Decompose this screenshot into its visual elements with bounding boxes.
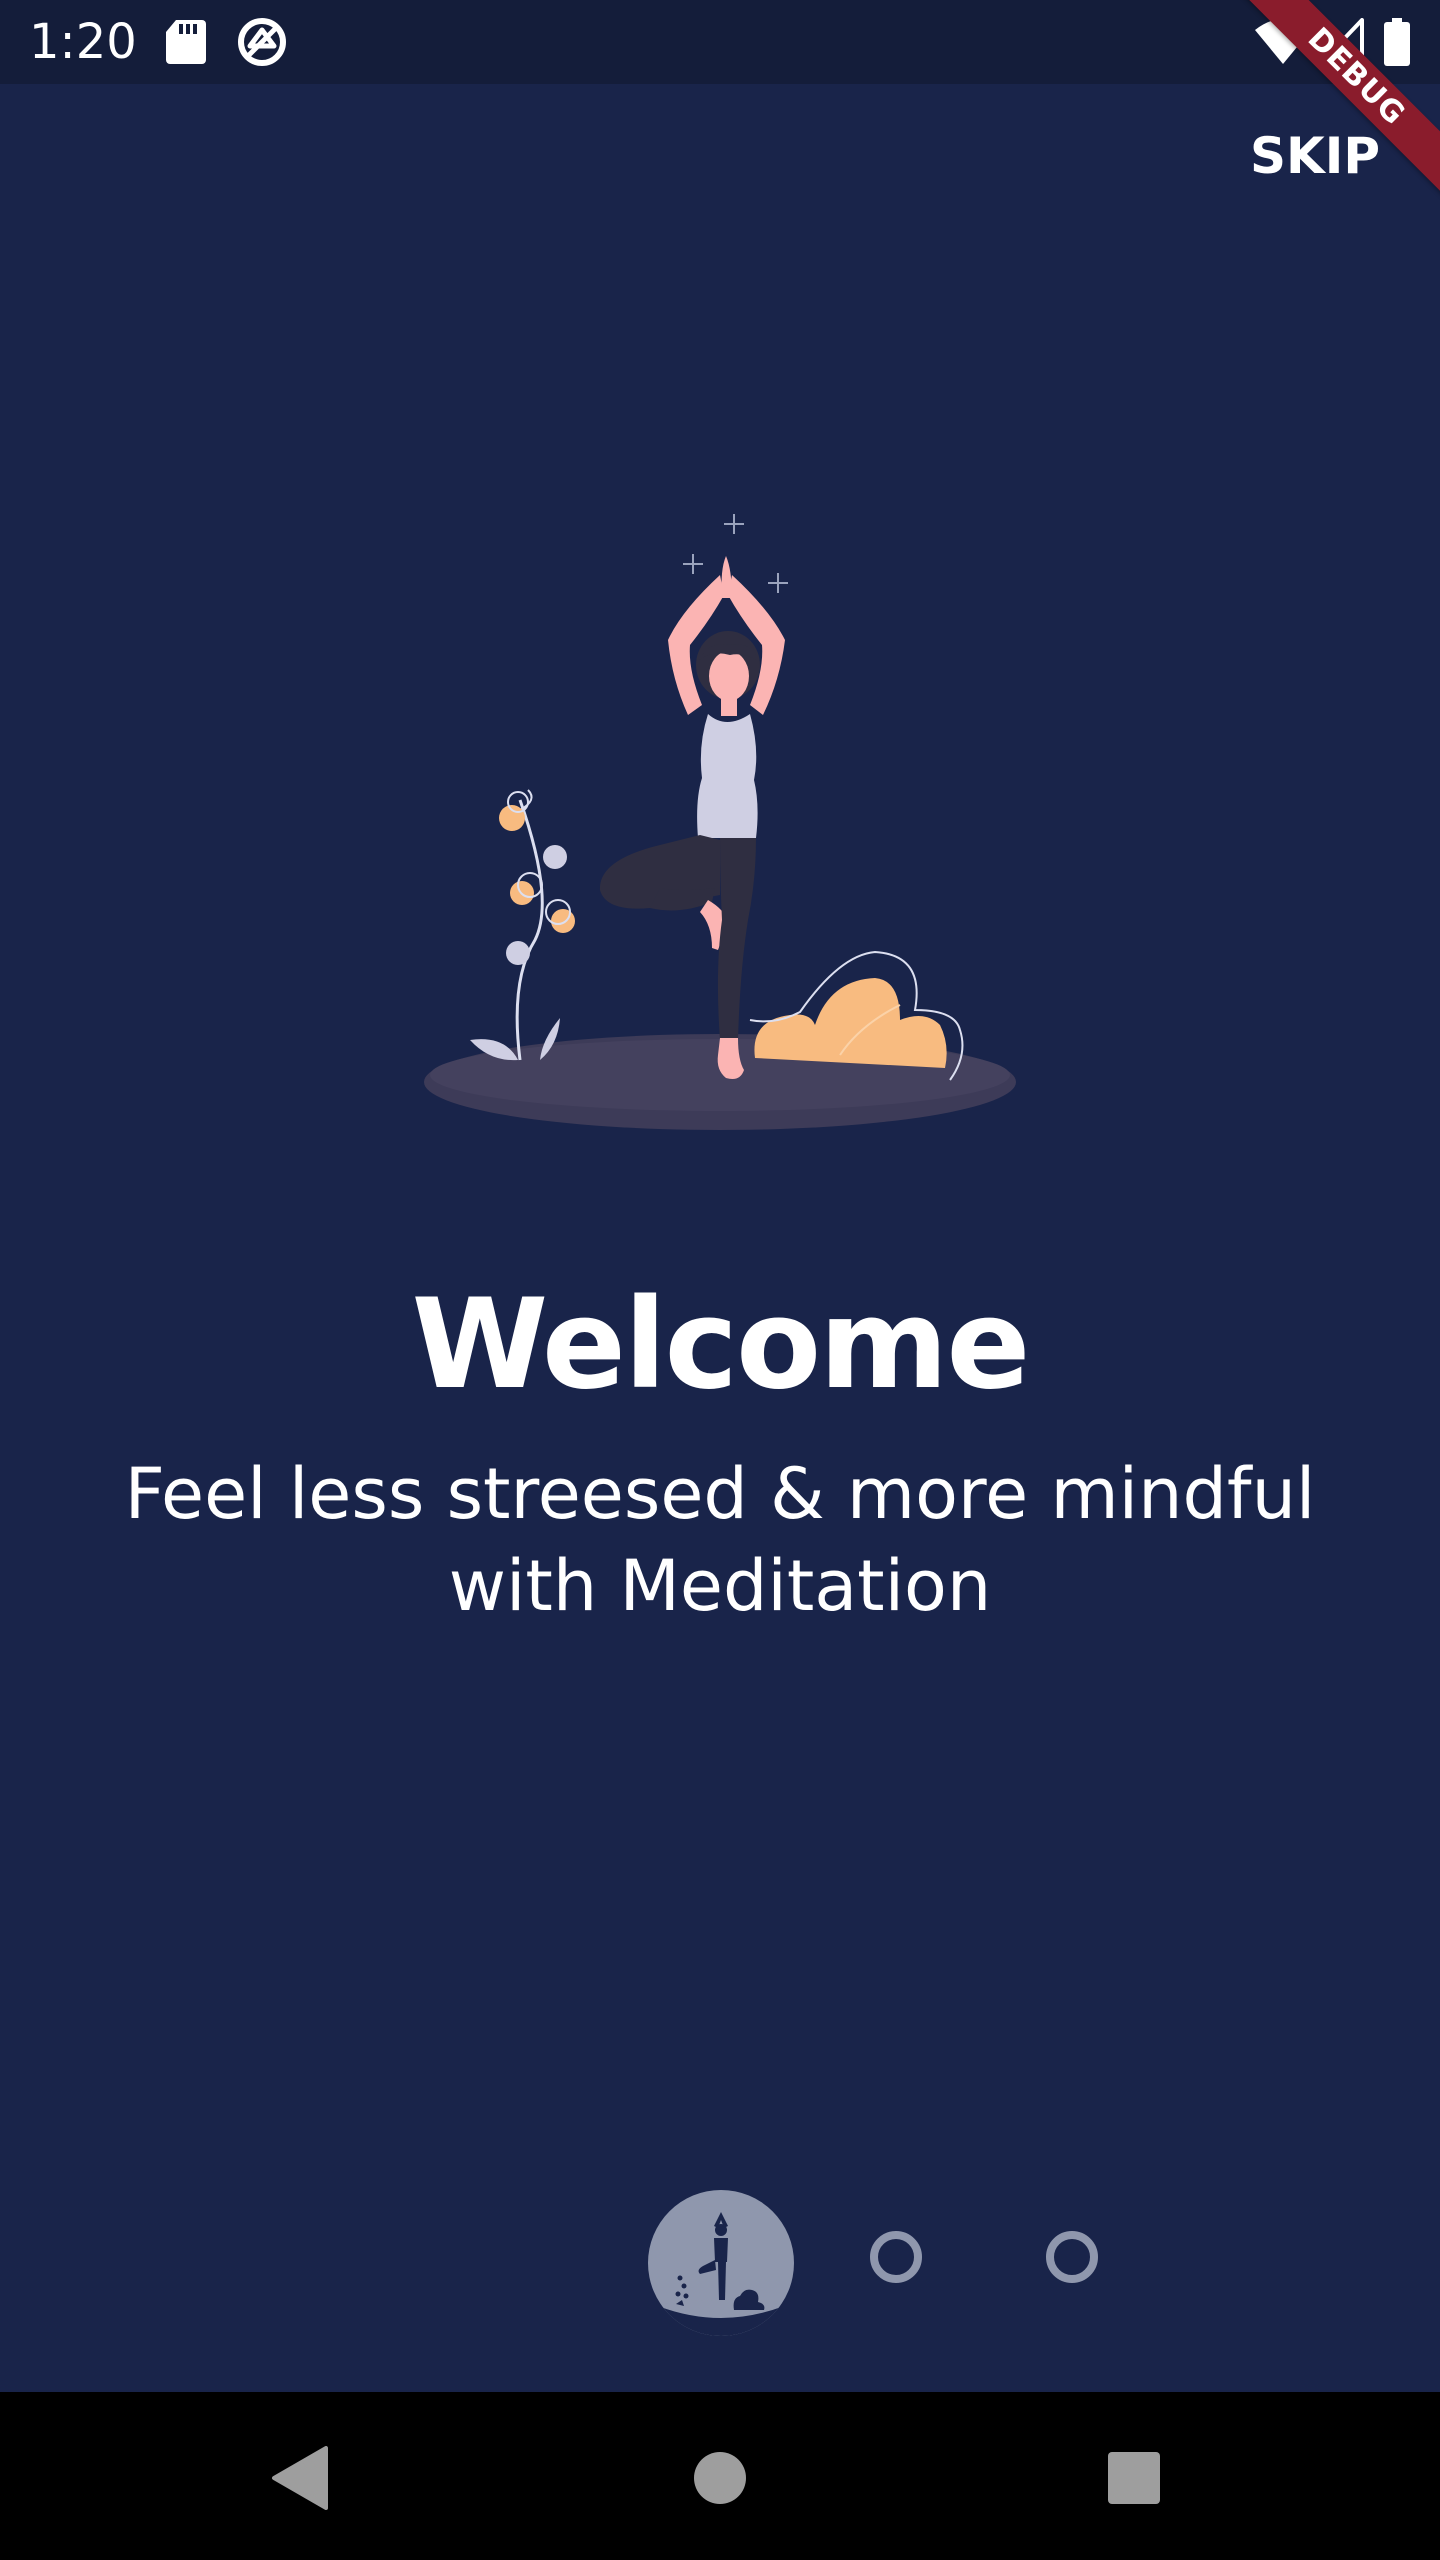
welcome-subtitle: Feel less streesed & more mindful with M… bbox=[80, 1448, 1360, 1632]
subtitle-line-2: with Meditation bbox=[448, 1545, 992, 1627]
battery-icon bbox=[1384, 18, 1410, 66]
home-icon[interactable] bbox=[694, 2452, 746, 2504]
welcome-title: Welcome bbox=[411, 1273, 1031, 1417]
recents-icon[interactable] bbox=[1108, 2452, 1160, 2504]
page-dot-1-active[interactable] bbox=[648, 2190, 794, 2336]
page-dot-2[interactable] bbox=[870, 2231, 922, 2283]
back-icon[interactable] bbox=[270, 2446, 330, 2510]
yoga-woman-illustration bbox=[424, 514, 1016, 1130]
yoga-thumbnail-icon bbox=[658, 2212, 784, 2336]
sd-card-icon bbox=[166, 20, 206, 64]
sync-icon bbox=[238, 18, 286, 66]
status-bar: 1:20 bbox=[0, 0, 1440, 84]
subtitle-line-1: Feel less streesed & more mindful bbox=[124, 1453, 1316, 1535]
skip-button[interactable]: SKIP bbox=[1200, 116, 1380, 196]
system-nav-bar bbox=[0, 2392, 1440, 2560]
page-indicator bbox=[0, 2190, 1440, 2336]
page-dot-3[interactable] bbox=[1046, 2231, 1098, 2283]
status-time: 1:20 bbox=[29, 14, 137, 70]
onboarding-screen: 1:20 DEBUG SKIP Welcome Feel less strees… bbox=[0, 0, 1440, 2560]
